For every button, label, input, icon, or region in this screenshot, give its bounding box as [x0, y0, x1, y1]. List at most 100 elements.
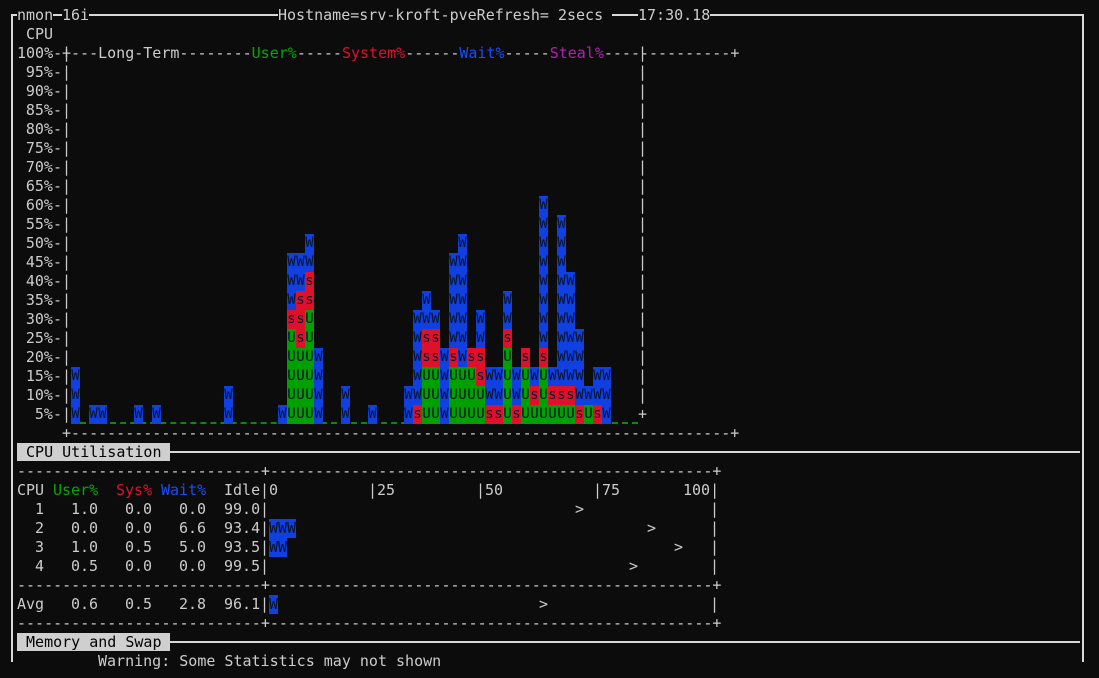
usage-bar: WW [269, 538, 288, 557]
chart-bar-wait-cell: W [575, 348, 584, 367]
chart-bar-user-cell: U [449, 386, 458, 405]
peak-marker: > [575, 500, 585, 518]
chart-bar-wait-cell: W [476, 310, 485, 329]
y-axis-line: | [62, 158, 72, 176]
chart-bar-wait-cell: W [557, 329, 566, 348]
chart-bar-system-cell: s [575, 405, 584, 424]
chart-bar-user-cell: U [539, 405, 548, 424]
y-axis-line: | [62, 215, 72, 233]
chart-bar-system-cell: s [305, 272, 314, 291]
chart-bar-system-cell: s [593, 405, 602, 424]
user-value: 0.5 [71, 557, 99, 575]
chart-bar-user-cell: U [449, 405, 458, 424]
table-rule-bottom: ---------------------------+------------… [17, 614, 722, 632]
chart-bar-user-cell: U [530, 405, 539, 424]
chart-right-edge: | [638, 120, 648, 138]
chart-bar-user-cell: U [287, 386, 296, 405]
chart-right-edge: | [638, 44, 648, 62]
chart-bar-wait-cell: W [512, 367, 521, 386]
chart-bar-user-cell: U [305, 367, 314, 386]
chart-bar-wait-cell: W [602, 405, 611, 424]
chart-bar-wait-cell: W [539, 234, 548, 253]
chart-bar-user-cell: U [305, 310, 314, 329]
chart-bar-wait-cell: W [539, 215, 548, 234]
y-tick-label: 75%- [25, 139, 62, 157]
cpu-label: CPU [26, 25, 54, 43]
memory-swap-section-header[interactable]: Memory and Swap [17, 633, 170, 651]
chart-bar-wait-cell: W [224, 386, 233, 405]
peak-marker: > [647, 519, 657, 537]
chart-bar-user-cell: U [431, 405, 440, 424]
chart-bar-user-cell: U [296, 367, 305, 386]
chart-bar-wait-cell: W [458, 234, 467, 253]
chart-right-edge: | [638, 82, 648, 100]
cpu-id: 1 [35, 500, 45, 518]
user-value: 1.0 [71, 538, 99, 556]
chart-bar-user-cell: U [521, 367, 530, 386]
chart-bar-wait-cell: W [314, 405, 323, 424]
chart-bar-wait-cell: W [458, 310, 467, 329]
y-axis-line: | [62, 120, 72, 138]
chart-bar-user-cell: U [467, 405, 476, 424]
chart-bar-wait-cell: W [305, 253, 314, 272]
chart-bar-user-cell: U [458, 367, 467, 386]
chart-right-edge: | [638, 386, 648, 404]
chart-bar-user-cell: U [548, 405, 557, 424]
y-axis-line: | [62, 367, 72, 385]
cpu-utilisation-section-header[interactable]: CPU Utilisation [17, 443, 170, 461]
y-tick-label: 15%- [25, 367, 62, 385]
chart-bar-wait-cell: W [413, 310, 422, 329]
chart-right-edge: | [638, 234, 648, 252]
chart-right-edge: | [638, 177, 648, 195]
chart-bar-system-cell: s [557, 386, 566, 405]
legend-wait: Wait% [459, 44, 505, 62]
section-title: CPU Utilisation [26, 443, 162, 461]
chart-bar-system-cell: s [476, 348, 485, 367]
y-tick-label: 45%- [25, 253, 62, 271]
chart-bar-user-cell: U [431, 386, 440, 405]
chart-right-edge: | [638, 63, 648, 81]
chart-bar-wait-cell: W [449, 291, 458, 310]
chart-bar-wait-cell: W [296, 272, 305, 291]
chart-bar-system-cell: s [422, 329, 431, 348]
section-rule [170, 451, 1080, 453]
y-tick-label: 5%- [34, 405, 62, 423]
sys-value: 0.0 [125, 557, 153, 575]
y-axis-line: | [62, 386, 72, 404]
chart-bar-wait-cell: W [566, 367, 575, 386]
chart-bar-user-cell: U [467, 386, 476, 405]
chart-bar-wait-cell: W [557, 272, 566, 291]
chart-bar-wait-cell: W [458, 272, 467, 291]
chart-bar-user-cell: U [305, 405, 314, 424]
chart-bar-system-cell: s [296, 310, 305, 329]
chart-bar-system-cell: s [467, 348, 476, 367]
chart-bar-system-cell: s [539, 348, 548, 367]
user-value: 1.0 [71, 500, 99, 518]
scale-100: 100| [683, 481, 720, 499]
chart-right-edge: | [638, 101, 648, 119]
chart-bar-wait-cell: W [539, 196, 548, 215]
chart-bar-system-cell: s [305, 291, 314, 310]
chart-bar-wait-cell: W [539, 253, 548, 272]
chart-bar-user-cell: U [287, 367, 296, 386]
chart-bar-wait-cell: W [548, 367, 557, 386]
y-tick-label: 55%- [25, 215, 62, 233]
chart-right-edge: | [638, 158, 648, 176]
chart-bar-user-cell: U [503, 405, 512, 424]
program-name: nmon [17, 6, 54, 25]
y-tick-label: 20%- [25, 348, 62, 366]
bar-right-edge: | [710, 500, 720, 518]
y-axis-line: | [62, 405, 72, 423]
chart-bar-wait-cell: W [449, 272, 458, 291]
chart-bar-wait-cell: W [557, 367, 566, 386]
chart-bar-wait-cell: W [440, 348, 449, 367]
bar-right-edge: | [710, 519, 720, 537]
chart-bar-user-cell: U [287, 348, 296, 367]
chart-bar-user-cell: U [431, 367, 440, 386]
idle-value: 96.1 [224, 595, 261, 613]
col-cpu: CPU [17, 481, 45, 499]
chart-bar-wait-cell: W [413, 386, 422, 405]
chart-bar-wait-cell: W [449, 329, 458, 348]
chart-bar-wait-cell: W [494, 386, 503, 405]
idle-value: 99.0 [224, 500, 261, 518]
